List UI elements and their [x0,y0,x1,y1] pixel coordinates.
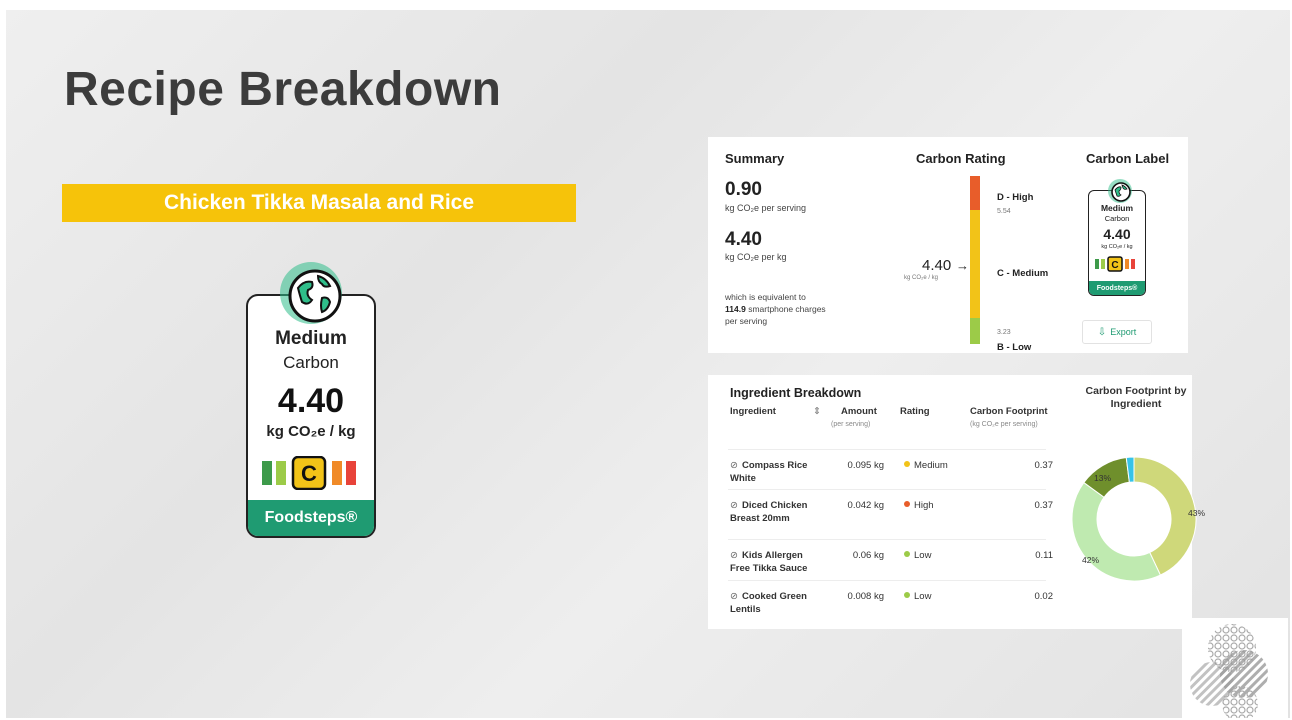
export-icon: ⇩ [1097,326,1107,338]
per-kg-unit: kg CO₂e per kg [725,252,787,262]
decorative-circles-icon [1190,624,1268,718]
rating-dot [904,551,910,557]
rating-top-label: D - High [997,192,1034,203]
rating-pointer-value: 4.40 [922,257,952,274]
col-footprint: Carbon Footprint [970,406,1048,417]
export-button[interactable]: ⇩ Export [1082,320,1152,344]
sort-icon[interactable]: ⇕ [813,406,821,417]
grade-letter: C [301,461,317,486]
carbon-rating-heading: Carbon Rating [916,151,1006,166]
svg-text:C: C [1111,260,1118,271]
table-row: ⊘ Kids Allergen Free Tikka Sauce 0.06 kg Lo… [728,539,1053,580]
col-amount-sub: (per serving) [831,421,871,428]
equiv-value: 114.9 [725,304,746,314]
ingredient-amount: 0.095 kg [847,460,884,471]
donut-slice [1071,481,1162,582]
grade-bars: C [262,456,356,490]
rating-dot [904,592,910,598]
summary-heading: Summary [725,151,785,166]
carbon-label-heading: Carbon Label [1086,151,1170,166]
donut-slice-label: 13% [1094,473,1112,483]
ingredient-footprint: 0.37 [1034,500,1054,511]
big-label-rating-suffix: Carbon [283,353,339,372]
small-label-brand: Foodsteps® [1089,281,1145,295]
big-carbon-label: Medium Carbon 4.40 kg CO₂e / kg C Foodst… [246,294,376,538]
rating-pointer-unit: kg CO₂e / kg [904,275,939,281]
col-amount: Amount [841,406,877,417]
small-label-value: 4.40 [1103,226,1131,242]
ingredient-name-link[interactable]: ⊘ Kids Allergen Free Tikka Sauce [730,549,820,575]
summary-panel: Summary 0.90 kg CO₂e per serving 4.40 kg… [708,137,1188,353]
small-label-unit: kg CO₂e / kg [1101,244,1133,250]
equiv-prefix: which is equivalent to [725,292,806,302]
ingredient-footprint: 0.02 [1034,591,1054,602]
rating-bottom-label: B - Low [997,342,1032,353]
slide: Recipe Breakdown Chicken Tikka Masala an… [6,10,1290,718]
col-ingredient[interactable]: Ingredient [730,406,776,417]
ingredient-panel: Ingredient Breakdown Ingredient ⇕ Amount… [708,375,1205,629]
rating-bottom-tick: 3.23 [997,329,1011,336]
equiv-suffix: smartphone charges [748,304,826,314]
ingredient-amount: 0.008 kg [847,591,884,602]
table-row: ⊘ Cooked Green Lentils 0.008 kg Low 0.02 [728,580,1053,622]
grade-bar-b [276,461,286,485]
grade-bar-a [262,461,272,485]
rating-bar-medium [970,210,980,318]
ingredient-name-link[interactable]: ⊘ Cooked Green Lentils [730,590,820,616]
grade-bar-d [332,461,342,485]
ingredient-breakdown-title: Ingredient Breakdown [730,386,862,400]
ingredient-footprint: 0.11 [1035,550,1053,561]
ingredient-rating: Medium [904,460,948,471]
rating-bar-low [970,318,980,344]
ingredient-amount: 0.042 kg [847,500,884,511]
big-label-unit: kg CO₂e / kg [266,423,356,440]
per-kg-value: 4.40 [725,229,762,250]
rating-mid-label: C - Medium [997,268,1049,279]
table-row: ⊘ Compass Rice White 0.095 kg Medium 0.37 [728,449,1053,489]
ingredient-footprint: 0.37 [1034,460,1054,471]
ingredient-rating: Low [904,591,931,602]
rating-scale-bar [970,176,980,344]
link-icon: ⊘ [730,500,738,511]
per-serving-unit: kg CO₂e per serving [725,203,807,213]
small-grade-bars: C [1095,256,1135,272]
big-label-brand: Foodsteps® [248,500,374,536]
big-label-value: 4.40 [277,382,345,420]
col-footprint-sub: (kg CO₂e per serving) [970,421,1038,428]
decorative-graphic [1182,618,1288,718]
rating-dot [904,461,910,467]
rating-bar-high [970,176,980,210]
equivalence-note: which is equivalent to 114.9 smartphone … [725,291,865,327]
recipe-name-banner: Chicken Tikka Masala and Rice [62,184,576,222]
ingredient-amount: 0.06 kg [852,550,884,561]
small-label-rating-word: Medium [1100,203,1134,213]
footprint-donut-chart [1071,456,1197,582]
link-icon: ⊘ [730,460,738,471]
small-label-rating-suffix: Carbon [1104,214,1130,223]
donut-slice-label: 42% [1082,555,1100,565]
donut-slice-label: 43% [1188,508,1206,518]
big-label-rating-word: Medium [275,328,347,349]
arrow-right-icon: → [956,258,969,273]
rating-dot [904,501,910,507]
ingredient-name-link[interactable]: ⊘ Diced Chicken Breast 20mm [730,499,820,525]
export-label: Export [1110,327,1137,337]
per-serving-value: 0.90 [725,179,762,200]
small-carbon-label: Medium Carbon 4.40 kg CO₂e / kg C Foodst… [1088,190,1146,296]
rating-top-tick: 5.54 [997,208,1011,215]
ingredient-rating: High [904,500,934,511]
link-icon: ⊘ [730,550,738,561]
link-icon: ⊘ [730,591,738,602]
ingredient-rating: Low [904,550,931,561]
equiv-suffix2: per serving [725,316,768,326]
table-row: ⊘ Diced Chicken Breast 20mm 0.042 kg High 0.… [728,489,1053,539]
col-rating: Rating [900,406,930,417]
chart-title: Carbon Footprint by Ingredient [1085,385,1187,410]
slide-title: Recipe Breakdown [64,63,502,116]
grade-bar-e [346,461,356,485]
small-globe-icon [1108,179,1132,203]
ingredient-name-link[interactable]: ⊘ Compass Rice White [730,459,820,485]
globe-icon [280,262,342,324]
